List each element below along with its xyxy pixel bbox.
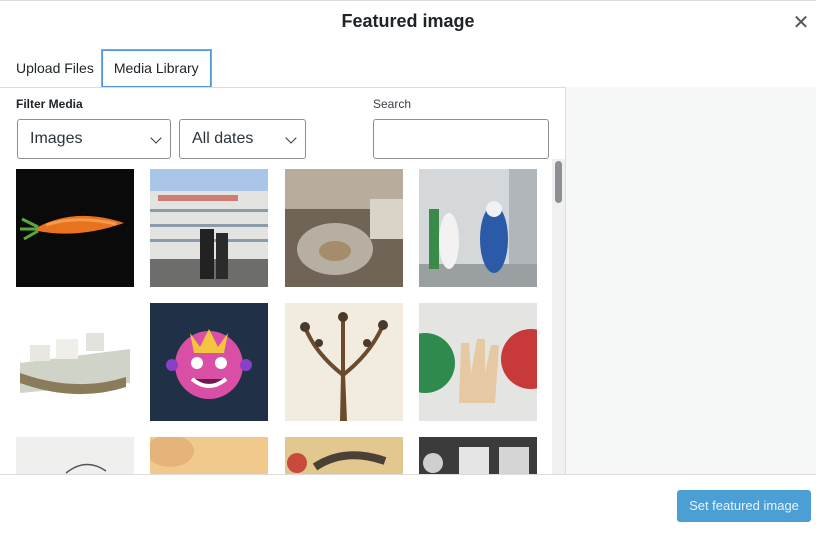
tab-media-library[interactable]: Media Library [101,50,211,87]
building-street-image[interactable] [150,169,268,287]
hand-stop-signs-image[interactable] [419,303,537,421]
hospital-incubator-image[interactable] [285,169,403,287]
carrot-image[interactable] [16,169,134,287]
chevron-down-icon [285,132,297,144]
sketch-image[interactable] [16,437,134,474]
media-type-value: Images [30,130,83,147]
media-type-select[interactable]: Images [17,119,171,159]
chevron-down-icon [150,132,162,144]
virus-monster-image[interactable] [150,303,268,421]
router-divider [0,87,565,88]
scrollbar-thumb[interactable] [555,161,562,203]
media-grid [16,169,546,474]
date-filter-value: All dates [192,130,254,147]
beige-image[interactable] [150,437,268,474]
close-icon[interactable]: ✕ [790,11,812,35]
set-featured-image-button[interactable]: Set featured image [677,490,811,522]
search-label: Search [373,97,412,111]
media-router: Upload Files Media Library [0,50,211,87]
filter-media-label: Filter Media [16,97,83,111]
animal-tree-illustration-image[interactable] [285,303,403,421]
vintage-illustration-image[interactable] [285,437,403,474]
date-filter-select[interactable]: All dates [179,119,306,159]
hazmat-disinfection-image[interactable] [419,169,537,287]
media-grid-scrollbar[interactable] [552,159,565,474]
dark-photo-image[interactable] [419,437,537,474]
media-modal: Featured image ✕ Upload Files Media Libr… [0,0,816,535]
village-houses-image[interactable] [16,303,134,421]
tab-upload-files[interactable]: Upload Files [8,50,102,87]
attachment-details-sidebar [565,87,816,474]
modal-title: Featured image [341,11,475,31]
search-input[interactable] [373,119,549,159]
